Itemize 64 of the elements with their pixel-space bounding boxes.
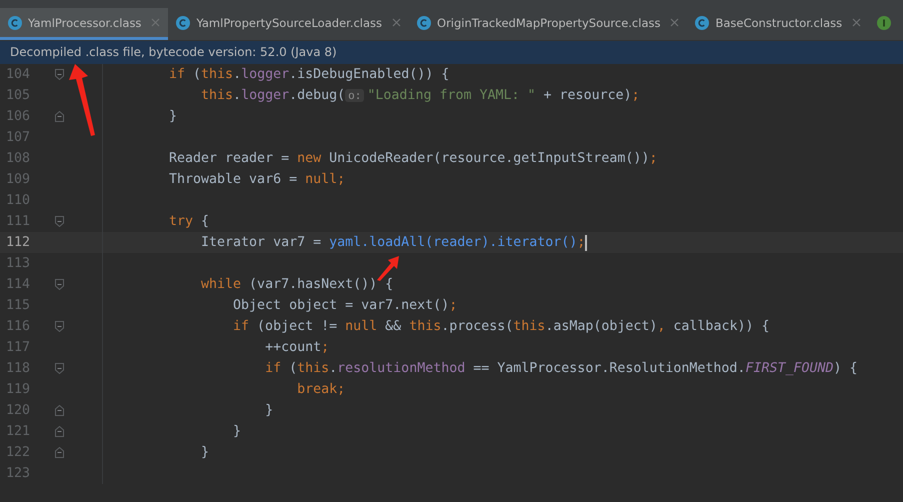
fold-marker-icon[interactable] bbox=[54, 279, 64, 290]
code-line: this.logger.debug( o: "Loading from YAML: " + resource); bbox=[201, 87, 640, 105]
code-line: Throwable var6 = null; bbox=[169, 171, 346, 189]
code-line: } bbox=[169, 108, 178, 126]
class-file-icon bbox=[176, 16, 190, 30]
line-number: 113 bbox=[5, 255, 32, 273]
fold-marker-icon[interactable] bbox=[54, 405, 64, 416]
code-line: Iterator var7 = yaml.loadAll(reader).iterator(); bbox=[201, 234, 586, 252]
class-file-icon bbox=[8, 16, 22, 30]
code-line: Reader reader = new UnicodeReader(resource.getInputStream()); bbox=[169, 150, 658, 168]
line-number: 104 bbox=[5, 66, 32, 84]
line-number: 116 bbox=[5, 318, 32, 336]
tab-label: YamlPropertySourceLoader.class bbox=[196, 16, 382, 30]
line-number: 106 bbox=[5, 108, 32, 126]
code-line: if (this.logger.isDebugEnabled()) { bbox=[169, 66, 450, 84]
line-number: 119 bbox=[5, 381, 32, 399]
line-number: 118 bbox=[5, 360, 32, 378]
tab-label: YamlProcessor.class bbox=[28, 16, 142, 30]
line-number: 109 bbox=[5, 171, 32, 189]
editor-tab[interactable]: OriginTrackedMapPropertySource.class bbox=[409, 8, 688, 40]
tab-label: OriginTrackedMapPropertySource.class bbox=[437, 16, 660, 30]
line-number: 111 bbox=[5, 213, 32, 231]
close-icon[interactable] bbox=[392, 18, 402, 27]
editor-tab[interactable]: YamlProcessor.class bbox=[0, 8, 168, 40]
fold-marker-icon[interactable] bbox=[54, 69, 64, 80]
class-file-icon bbox=[695, 16, 710, 30]
decompiled-notice: Decompiled .class file, bytecode version: 52.0 (Java 8) bbox=[0, 41, 903, 64]
code-line: } bbox=[233, 423, 242, 441]
tab-label: BaseConstructor.class bbox=[715, 16, 842, 30]
line-number: 122 bbox=[5, 444, 32, 462]
close-icon[interactable] bbox=[852, 18, 862, 27]
line-number: 123 bbox=[5, 465, 32, 483]
annotation-arrow bbox=[69, 64, 95, 136]
line-number: 105 bbox=[5, 87, 32, 105]
code-line: try { bbox=[169, 213, 210, 231]
close-icon[interactable] bbox=[670, 18, 680, 27]
editor-tab[interactable]: YamlPropertySourceLoader.class bbox=[168, 8, 410, 40]
fold-marker-icon[interactable] bbox=[54, 426, 64, 437]
fold-marker-icon[interactable] bbox=[54, 363, 64, 374]
line-number: 115 bbox=[5, 297, 32, 315]
line-number: 117 bbox=[5, 339, 32, 357]
interface-file-icon bbox=[877, 16, 892, 30]
line-number: 110 bbox=[5, 192, 32, 210]
line-number: 108 bbox=[5, 150, 32, 168]
line-number: 121 bbox=[5, 423, 32, 441]
code-line: if (this.resolutionMethod == YamlProcessor.ResolutionMethod.FIRST_FOUND) { bbox=[265, 360, 858, 378]
code-line: if (object != null && this.process(this.asMap(object), callback)) { bbox=[233, 318, 770, 336]
code-line: } bbox=[201, 444, 210, 462]
fold-marker-icon[interactable] bbox=[54, 447, 64, 458]
fold-marker-icon[interactable] bbox=[54, 111, 64, 122]
line-number: 114 bbox=[5, 276, 32, 294]
code-line: Object object = var7.next(); bbox=[233, 297, 458, 315]
fold-marker-icon[interactable] bbox=[54, 321, 64, 332]
code-line: } bbox=[265, 402, 274, 420]
line-number: 107 bbox=[5, 129, 32, 147]
line-number: 112 bbox=[5, 234, 32, 252]
fold-marker-icon[interactable] bbox=[54, 216, 64, 227]
code-line: ++count; bbox=[265, 339, 330, 357]
line-number: 120 bbox=[5, 402, 32, 420]
editor-tab[interactable]: BaseConstructor.class bbox=[687, 8, 870, 40]
code-line: break; bbox=[297, 381, 346, 399]
code-line: while (var7.hasNext()) { bbox=[201, 276, 394, 294]
text-caret bbox=[585, 234, 588, 250]
class-file-icon bbox=[417, 16, 432, 30]
